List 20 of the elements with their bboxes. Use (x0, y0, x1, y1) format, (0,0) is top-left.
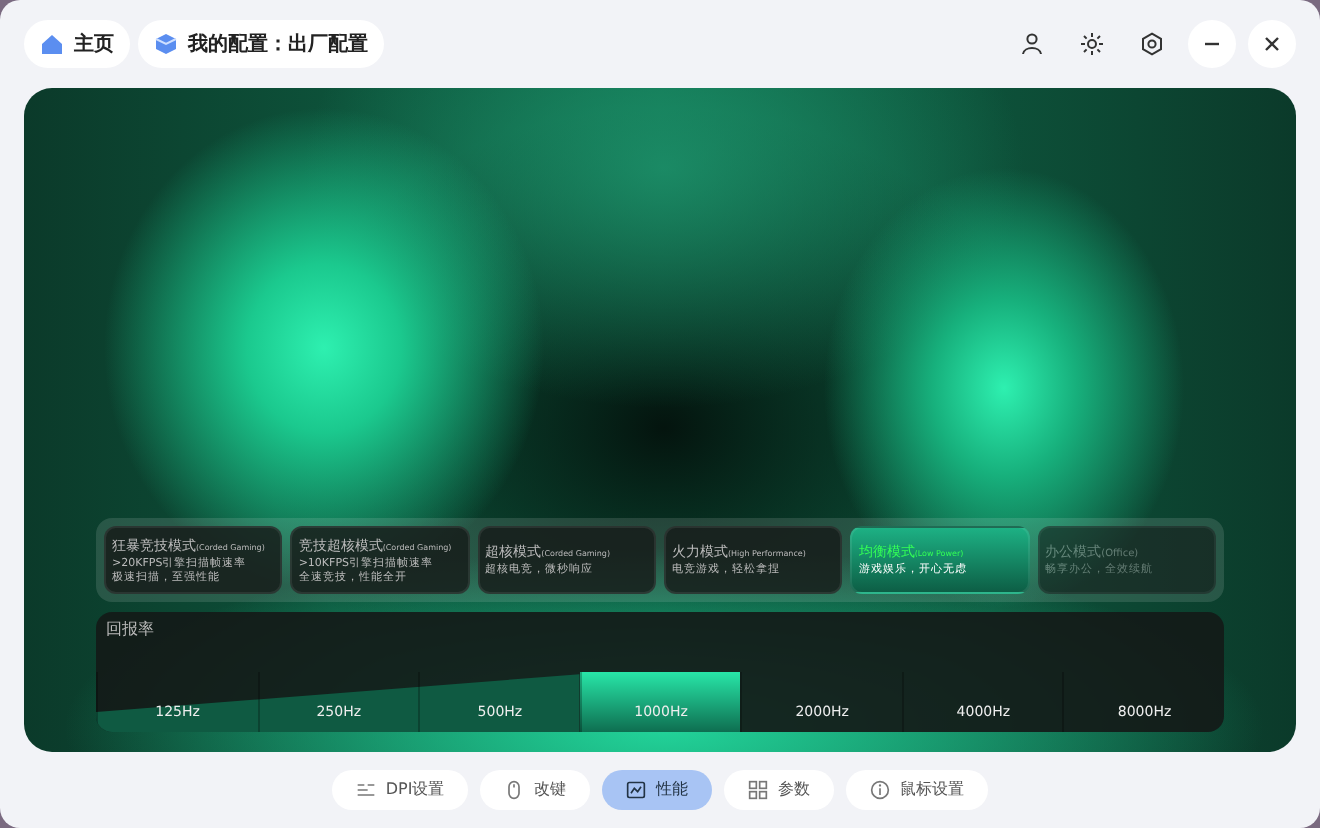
info-icon (870, 780, 891, 800)
lines-icon (355, 780, 376, 800)
chart-icon (626, 780, 647, 800)
grid-icon (748, 780, 769, 800)
breadcrumb-button[interactable]: 我的配置：出厂配置 (138, 20, 384, 68)
breadcrumb-button[interactable]: 主页 (24, 20, 130, 68)
close-button[interactable] (1248, 20, 1296, 68)
nav-tab[interactable]: 参数 (724, 770, 835, 810)
nav-tab[interactable]: 改键 (480, 770, 591, 810)
close-icon (1260, 32, 1284, 56)
user-icon (1020, 32, 1044, 56)
nav-tab[interactable]: 性能 (602, 770, 713, 810)
settings-icon (1140, 32, 1164, 56)
home-icon (40, 32, 64, 56)
polling-rate-label: 回报率 (106, 618, 154, 642)
nav-tab[interactable]: DPI设置 (331, 770, 469, 810)
nav-tab[interactable]: 鼠标设置 (846, 770, 989, 810)
cube-icon (154, 32, 178, 56)
brightness-icon (1080, 32, 1104, 56)
mouse-icon (504, 780, 525, 800)
